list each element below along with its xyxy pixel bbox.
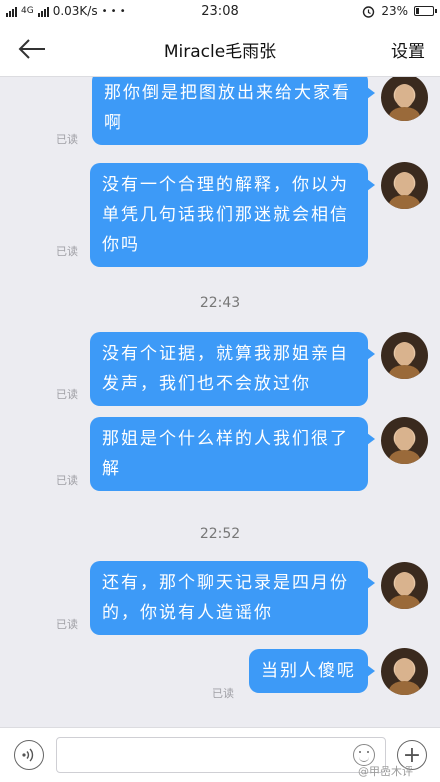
voice-wave-icon — [22, 748, 34, 762]
avatar[interactable] — [381, 648, 428, 695]
back-button[interactable] — [0, 22, 64, 77]
settings-button[interactable]: 设置 — [376, 37, 440, 62]
battery-percent: 23% — [381, 4, 408, 18]
avatar[interactable] — [381, 162, 428, 209]
signal-icon-2 — [37, 6, 49, 17]
alarm-icon — [363, 5, 375, 18]
signal-icon — [6, 6, 17, 17]
more-dots: • • • — [101, 5, 126, 17]
watermark: @甲嵒木评 — [358, 765, 413, 778]
message-line: 你吗 — [102, 235, 140, 255]
time-separator: 22:43 — [199, 295, 241, 311]
read-status: 已读 — [56, 245, 78, 258]
read-status: 已读 — [56, 474, 78, 487]
status-left: 4G 0.03K/s • • • — [6, 4, 166, 18]
status-right: 23% — [274, 4, 437, 18]
message-bubble[interactable]: 还有，那个聊天记录是四月份 的，你说有人造谣你 — [90, 561, 375, 635]
message-line: 单凭几句话我们那迷就会相信 — [102, 205, 349, 225]
voice-icon[interactable] — [14, 740, 44, 770]
arrow-left-icon — [18, 39, 45, 59]
avatar[interactable] — [381, 562, 428, 609]
message-line: 没有个证据，就算我那姐亲自 — [102, 344, 349, 364]
read-status: 已读 — [56, 618, 78, 631]
message-line: 那姐是个什么样的人我们很了 — [102, 429, 349, 449]
chat-title: Miracle毛雨张 — [163, 41, 277, 62]
battery-icon — [414, 6, 437, 16]
message-bubble[interactable]: 没有一个合理的解释，你以为 单凭几句话我们那迷就会相信 你吗 — [90, 163, 375, 267]
message-bubble[interactable]: 那姐是个什么样的人我们很了 解 — [90, 417, 375, 491]
message-line: 那你倒是把图放出来给大家看 — [104, 83, 351, 103]
read-status: 已读 — [56, 133, 78, 146]
message-bubble[interactable]: 当别人傻呢 — [249, 649, 375, 693]
message-line: 还有，那个聊天记录是四月份 — [102, 573, 349, 593]
message-line: 没有一个合理的解释，你以为 — [102, 175, 349, 195]
net-speed: 0.03K/s — [52, 4, 98, 18]
time-separator: 22:52 — [199, 526, 241, 542]
message-bubble[interactable]: 那你倒是把图放出来给大家看 啊 — [92, 77, 375, 145]
message-line: 当别人傻呢 — [261, 661, 356, 681]
message-line: 解 — [102, 459, 121, 479]
read-status: 已读 — [56, 388, 78, 401]
avatar[interactable] — [381, 332, 428, 379]
message-line: 啊 — [104, 113, 123, 133]
message-line: 的，你说有人造谣你 — [102, 603, 273, 623]
message-bubble[interactable]: 没有个证据，就算我那姐亲自 发声，我们也不会放过你 — [90, 332, 375, 406]
message-input[interactable] — [56, 737, 386, 773]
read-status: 已读 — [212, 687, 234, 700]
avatar[interactable] — [381, 417, 428, 464]
message-line: 发声，我们也不会放过你 — [102, 374, 311, 394]
status-bar: 4G 0.03K/s • • • 23:08 23% — [0, 0, 440, 22]
status-time: 23:08 — [201, 3, 239, 19]
nav-bar: Miracle毛雨张 设置 — [0, 22, 440, 77]
avatar[interactable] — [381, 77, 428, 121]
chat-area[interactable]: 那你倒是把图放出来给大家看 啊 已读 没有一个合理的解释，你以为 单凭几句话我们… — [0, 77, 440, 727]
network-type: 4G — [21, 6, 34, 16]
